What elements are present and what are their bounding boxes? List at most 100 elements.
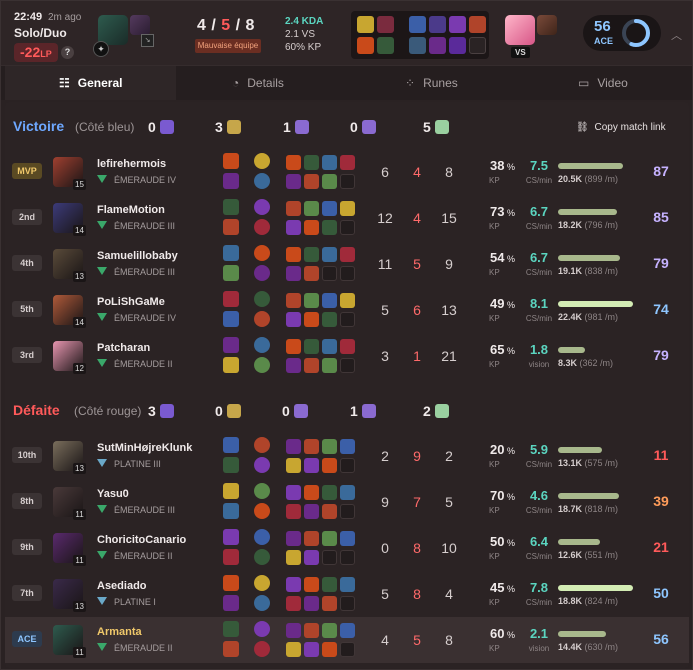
damage-value: 14.4K (558, 642, 583, 652)
player-row[interactable]: 4th 13 Samuelillobaby ÉMERAUDE III 11 5 9 54 % K… (5, 241, 689, 287)
item-icon (340, 201, 355, 216)
player-row[interactable]: 9th 11 ChoricitoCanario ÉMERAUDE II 0 8 10 50 %… (5, 525, 689, 571)
summoner-spell-icon (223, 483, 239, 499)
summoner-name[interactable]: PoLiShGaMe (97, 296, 165, 308)
empty-item-slot (469, 37, 486, 54)
item-icon (340, 531, 355, 546)
damage-text: 8.3K (362 /m) (558, 358, 613, 368)
collapse-chevron-icon[interactable]: ︿ (671, 27, 682, 43)
player-row[interactable]: 2nd 14 FlameMotion ÉMERAUDE III 12 4 15 73 % KP 6… (5, 195, 689, 241)
kp-value: 65 (490, 342, 505, 357)
tab-runes[interactable]: ⁘ Runes (347, 66, 518, 100)
item-icon (340, 623, 355, 638)
item-icon (286, 358, 301, 373)
kda-d: 1 (413, 348, 421, 364)
tab-details[interactable]: ◔ Details (176, 66, 347, 100)
player-row[interactable]: 5th 14 PoLiShGaMe ÉMERAUDE IV 5 6 13 49 % KP 8.1 C… (5, 287, 689, 333)
item-icon (322, 293, 337, 308)
item-icon (322, 504, 337, 519)
item-icon (322, 339, 337, 354)
summoner-name[interactable]: ChoricitoCanario (97, 534, 186, 546)
item-icon (340, 293, 355, 308)
kill-participation: 45 % (479, 580, 515, 595)
summoner-name[interactable]: Armanta (97, 626, 142, 638)
player-row[interactable]: 7th 13 Asediado PLATINE I 5 8 4 45 % KP 7.8 CS/min… (5, 571, 689, 617)
item-icon (409, 37, 426, 54)
ace-score: 56 (594, 18, 611, 35)
kda-k: 0 (381, 540, 389, 556)
summoner-name[interactable]: Yasu0 (97, 488, 129, 500)
damage-text: 18.2K (796 /m) (558, 220, 618, 230)
empty-item-slot (322, 266, 337, 281)
help-icon[interactable]: ? (61, 46, 74, 59)
kill-participation: 60 % (479, 626, 515, 641)
dragon-icon (226, 120, 241, 134)
rune-icon (254, 483, 270, 499)
summoner-name[interactable]: Asediado (97, 580, 147, 592)
kda-a: 13 (441, 302, 457, 318)
tower-icon (434, 120, 449, 134)
rune-icon (254, 153, 270, 169)
player-score: 74 (653, 301, 669, 317)
cs-value: 5.9 (529, 442, 549, 457)
copy-match-link-button[interactable]: ⛓ Copy match link (576, 122, 666, 133)
team-header: Défaite (Côté rouge) 3 0 0 1 2 (5, 392, 689, 432)
player-score: 39 (653, 493, 669, 509)
rune-icon (254, 245, 270, 261)
item-icon (286, 485, 301, 500)
objective-count: 0 (350, 119, 358, 135)
queue-type: Solo/Duo (14, 26, 67, 40)
baron-icon (159, 404, 174, 418)
kp-percent: % (504, 446, 515, 456)
cs-value: 1.8 (529, 342, 549, 357)
summoner-spell-icon (223, 219, 239, 235)
rune-icon (254, 641, 270, 657)
rune-icon (254, 357, 270, 373)
player-row[interactable]: ACE 11 Armanta ÉMERAUDE II 4 5 8 60 % KP 2.1 visio… (5, 617, 689, 663)
match-header[interactable]: 22:49 2m ago Solo/Duo -22LP ? ✦ ↘ 4 / 5 … (1, 1, 692, 65)
summoner-spell-icon (223, 173, 239, 189)
kill-participation: 60% KP (285, 42, 322, 53)
player-row[interactable]: 3rd 12 Patcharan ÉMERAUDE II 3 1 21 65 % KP 1.8 vi… (5, 333, 689, 379)
item-icon (449, 37, 466, 54)
player-row[interactable]: MVP 15 lefirehermois ÉMERAUDE IV 6 4 8 38 % KP 7.… (5, 149, 689, 195)
player-row[interactable]: 10th 13 SutMinHøjreKlunk PLATINE III 2 9 2 20 %… (5, 433, 689, 479)
cs-value: 4.6 (529, 488, 549, 503)
summoner-spell-icon (223, 245, 239, 261)
ace-label: ACE (594, 36, 614, 46)
summoner-name[interactable]: Patcharan (97, 342, 150, 354)
cs-label: CS/min (525, 268, 553, 277)
kda-k: 2 (381, 448, 389, 464)
tab-bar: ☷ General ◔ Details ⁘ Runes ▭ Video (1, 65, 692, 100)
objective-voidgrubs: 0 (350, 119, 376, 135)
platinum-rank-icon (97, 459, 107, 467)
empty-item-slot (322, 550, 337, 565)
summoner-name[interactable]: SutMinHøjreKlunk (97, 442, 192, 454)
summoner-name[interactable]: FlameMotion (97, 204, 165, 216)
damage-bar (558, 447, 602, 453)
item-icon (322, 577, 337, 592)
cs-label: CS/min (525, 598, 553, 607)
rune-icon (254, 595, 270, 611)
player-row[interactable]: 8th 11 Yasu0 ÉMERAUDE III 9 7 5 70 % KP 4.6 CS/min… (5, 479, 689, 525)
summoner-name[interactable]: lefirehermois (97, 158, 166, 170)
match-ago: 2m ago (48, 12, 82, 23)
cs-label: CS/min (525, 314, 553, 323)
kp-value: 49 (490, 296, 505, 311)
objective-count: 0 (215, 403, 223, 419)
lp-change: -22LP (14, 43, 58, 62)
summoner-tier: ÉMERAUDE III (97, 267, 175, 277)
summoner-name[interactable]: Samuelillobaby (97, 250, 178, 262)
damage-text: 20.5K (899 /m) (558, 174, 618, 184)
champion-level: 13 (73, 463, 86, 474)
team-header: Victoire (Côté bleu) 0 3 1 0 5 ⛓ Copy match lin… (5, 108, 689, 148)
kp-percent: % (504, 538, 515, 548)
placement-badge: 2nd (12, 209, 42, 225)
cs-value: 6.4 (529, 534, 549, 549)
tab-video[interactable]: ▭ Video (518, 66, 689, 100)
tab-general[interactable]: ☷ General (5, 66, 176, 100)
damage-per-min: (796 /m) (584, 220, 619, 230)
grid-list-icon: ☷ (59, 76, 70, 90)
kda-d: 4 (413, 210, 421, 226)
kda-d: 4 (413, 164, 421, 180)
